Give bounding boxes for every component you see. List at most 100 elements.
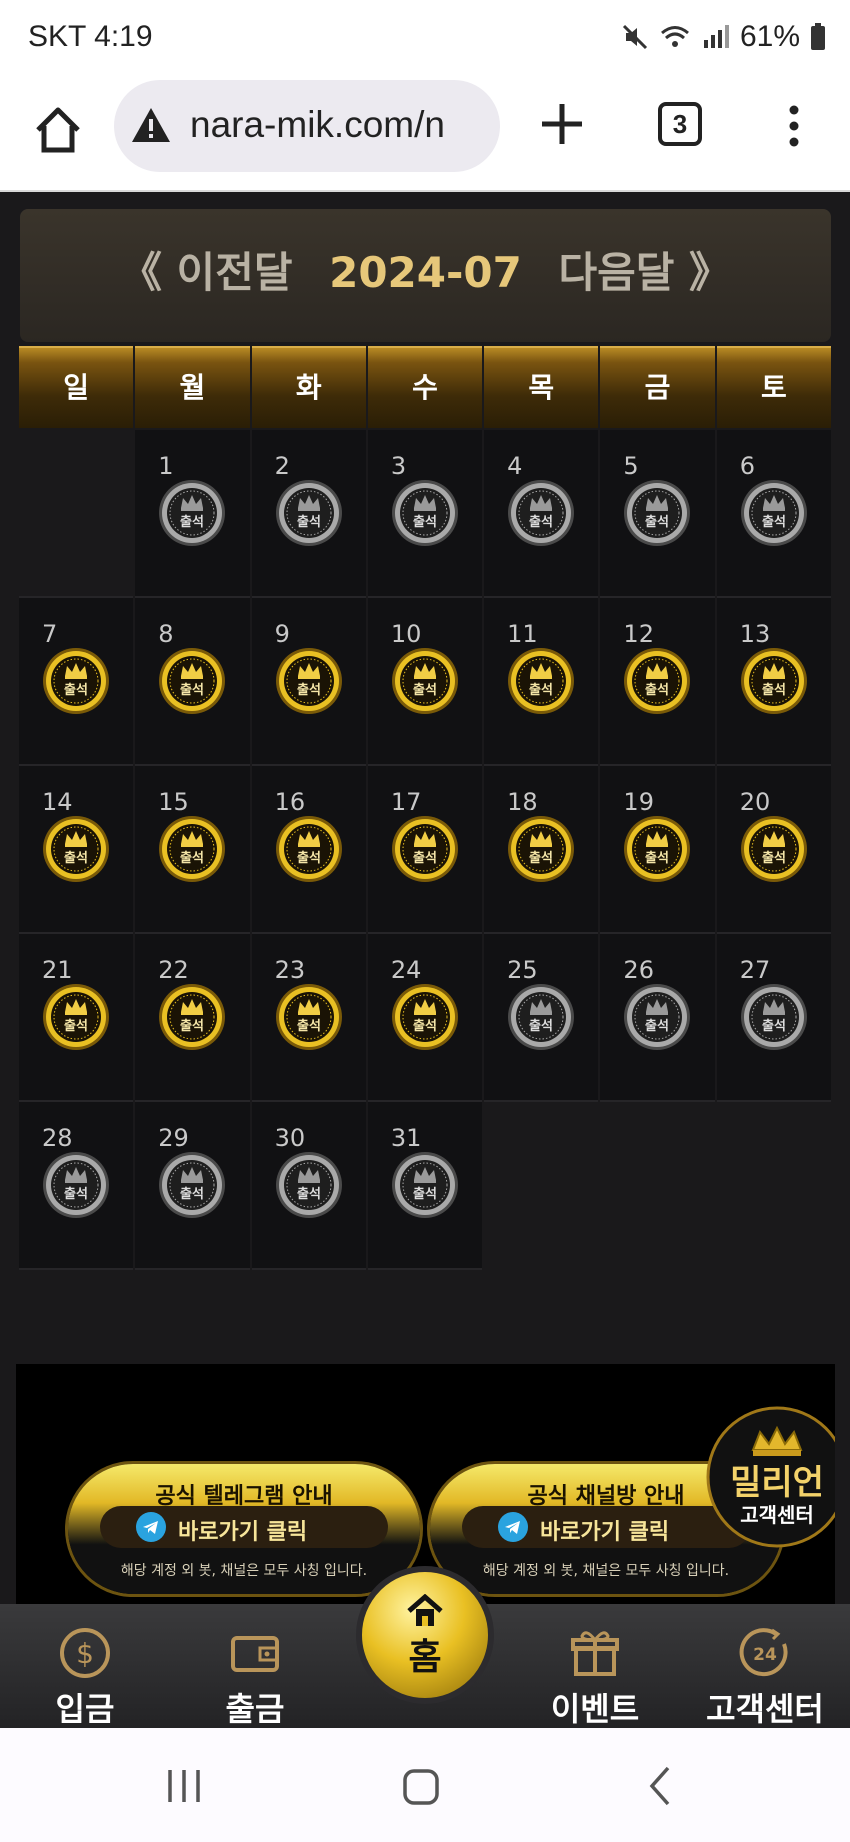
nav-support[interactable]: 24 고객센터	[700, 1604, 830, 1728]
calendar-day-cell[interactable]: 14 출석	[19, 766, 134, 934]
svg-text:출석: 출석	[762, 1018, 786, 1034]
nav-home-button[interactable]: 홈	[356, 1566, 494, 1704]
tab-switcher-button[interactable]: 3	[658, 102, 702, 146]
calendar-day-cell[interactable]: 20 출석	[716, 766, 831, 934]
calendar-day-cell[interactable]: 27 출석	[716, 934, 831, 1102]
day-number: 25	[507, 956, 538, 984]
calendar-day-cell[interactable]: 16 출석	[251, 766, 366, 934]
svg-text:출석: 출석	[64, 1186, 88, 1202]
calendar-day-cell[interactable]: 22 출석	[135, 934, 250, 1102]
url-text[interactable]: nara-mik.com/n	[190, 104, 445, 146]
attendance-stamp-gold-icon: 출석	[391, 816, 458, 882]
svg-text:출석: 출석	[297, 682, 321, 698]
calendar-empty-cell	[19, 430, 134, 598]
prev-month-link[interactable]: 《 이전달	[120, 248, 293, 297]
recent-apps-icon[interactable]	[164, 1768, 204, 1804]
browser-toolbar: nara-mik.com/n 3	[0, 78, 850, 192]
million-sub: 고객센터	[740, 1503, 814, 1527]
calendar-day-cell[interactable]: 21 출석	[19, 934, 134, 1102]
calendar-day-cell[interactable]: 15 출석	[135, 766, 250, 934]
not-secure-warning-icon[interactable]	[130, 106, 172, 144]
calendar-day-cell[interactable]: 8 출석	[135, 598, 250, 766]
attendance-stamp-gold-icon: 출석	[159, 648, 226, 714]
nav-event[interactable]: 이벤트	[535, 1604, 655, 1728]
attendance-calendar-grid: 1 출석 2 출석 3 출석 4 출석 5 출석 6 출석 7 출석 8 출석 9 출석 10 출석 11 출석 12 출석 1…	[18, 430, 832, 1270]
attendance-stamp-gold-icon: 출석	[159, 816, 226, 882]
calendar-day-cell[interactable]: 23 출석	[251, 934, 366, 1102]
attendance-stamp-silver-icon: 출석	[391, 1152, 458, 1218]
calendar-day-cell[interactable]: 29 출석	[135, 1102, 250, 1270]
attendance-stamp-gold-icon: 출석	[391, 984, 458, 1050]
calendar-day-cell[interactable]: 30 출석	[251, 1102, 366, 1270]
system-home-icon[interactable]	[402, 1768, 440, 1806]
attendance-stamp-gold-icon: 출석	[43, 648, 109, 714]
calendar-day-cell[interactable]: 18 출석	[484, 766, 599, 934]
wifi-icon	[660, 26, 689, 47]
svg-text:출석: 출석	[529, 682, 553, 698]
dollar-coin-icon: $	[60, 1628, 110, 1678]
calendar-day-cell[interactable]: 5 출석	[600, 430, 715, 598]
calendar-day-cell[interactable]: 4 출석	[484, 430, 599, 598]
calendar-day-cell[interactable]: 2 출석	[251, 430, 366, 598]
calendar-day-cell[interactable]: 24 출석	[367, 934, 483, 1102]
svg-text:출석: 출석	[64, 850, 88, 866]
svg-text:출석: 출석	[645, 514, 669, 530]
day-number: 3	[390, 452, 407, 480]
svg-text:출석: 출석	[297, 514, 321, 530]
day-number: 19	[623, 788, 654, 816]
battery-icon	[811, 23, 825, 50]
attendance-stamp-gold-icon: 출석	[391, 648, 458, 714]
day-number: 7	[42, 620, 58, 648]
next-month-link[interactable]: 다음달 》	[559, 248, 732, 297]
day-number: 17	[390, 788, 422, 816]
more-menu-icon[interactable]	[778, 102, 810, 150]
address-bar[interactable]: nara-mik.com/n	[114, 80, 500, 172]
day-number: 11	[507, 620, 538, 648]
calendar-day-cell[interactable]: 6 출석	[716, 430, 831, 598]
calendar-day-cell[interactable]: 28 출석	[19, 1102, 134, 1270]
attendance-stamp-gold-icon: 출석	[275, 648, 342, 714]
new-tab-plus-icon[interactable]	[538, 100, 586, 148]
nav-deposit[interactable]: $ 입금	[25, 1604, 145, 1728]
attendance-stamp-gold-icon: 출석	[740, 816, 807, 882]
day-number: 23	[274, 956, 306, 984]
svg-text:출석: 출석	[645, 850, 669, 866]
attendance-stamp-gold-icon: 출석	[508, 816, 575, 882]
calendar-day-cell[interactable]: 31 출석	[367, 1102, 483, 1270]
calendar-day-cell[interactable]: 10 출석	[367, 598, 483, 766]
weekday-sun: 일	[19, 346, 134, 428]
attendance-stamp-silver-icon: 출석	[43, 1152, 109, 1218]
calendar-day-cell[interactable]: 25 출석	[484, 934, 599, 1102]
day-number: 14	[42, 788, 73, 816]
svg-text:출석: 출석	[413, 1186, 437, 1202]
calendar-day-cell[interactable]: 9 출석	[251, 598, 366, 766]
svg-text:출석: 출석	[64, 682, 88, 698]
svg-text:출석: 출석	[529, 1018, 553, 1034]
day-number: 12	[623, 620, 654, 648]
attendance-stamp-gold-icon: 출석	[275, 984, 342, 1050]
attendance-stamp-gold-icon: 출석	[508, 648, 575, 714]
browser-home-icon[interactable]	[30, 102, 86, 158]
calendar-day-cell[interactable]: 19 출석	[600, 766, 715, 934]
calendar-day-cell[interactable]: 11 출석	[484, 598, 599, 766]
calendar-day-cell[interactable]: 12 출석	[600, 598, 715, 766]
day-number: 10	[390, 620, 422, 648]
telegram-icon	[136, 1512, 166, 1542]
million-support-badge[interactable]: 밀리언 고객센터	[706, 1406, 835, 1548]
svg-text:출석: 출석	[645, 682, 669, 698]
nav-event-label: 이벤트	[550, 1690, 640, 1728]
calendar-day-cell[interactable]: 3 출석	[367, 430, 483, 598]
day-number: 9	[274, 620, 290, 648]
attendance-stamp-gold-icon: 출석	[740, 648, 807, 714]
nav-withdraw[interactable]: 출금	[195, 1604, 315, 1728]
calendar-day-cell[interactable]: 7 출석	[19, 598, 134, 766]
calendar-day-cell[interactable]: 26 출석	[600, 934, 715, 1102]
calendar-day-cell[interactable]: 17 출석	[367, 766, 483, 934]
calendar-day-cell[interactable]: 13 출석	[716, 598, 831, 766]
telegram-promo-button[interactable]: 공식 텔레그램 안내 바로가기 클릭 해당 계정 외 봇, 채널은 모두 사칭 …	[68, 1464, 420, 1594]
back-icon[interactable]	[648, 1766, 672, 1806]
attendance-stamp-silver-icon: 출석	[159, 480, 226, 546]
attendance-stamp-gold-icon: 출석	[159, 984, 226, 1050]
attendance-stamp-silver-icon: 출석	[740, 984, 807, 1050]
calendar-day-cell[interactable]: 1 출석	[135, 430, 250, 598]
